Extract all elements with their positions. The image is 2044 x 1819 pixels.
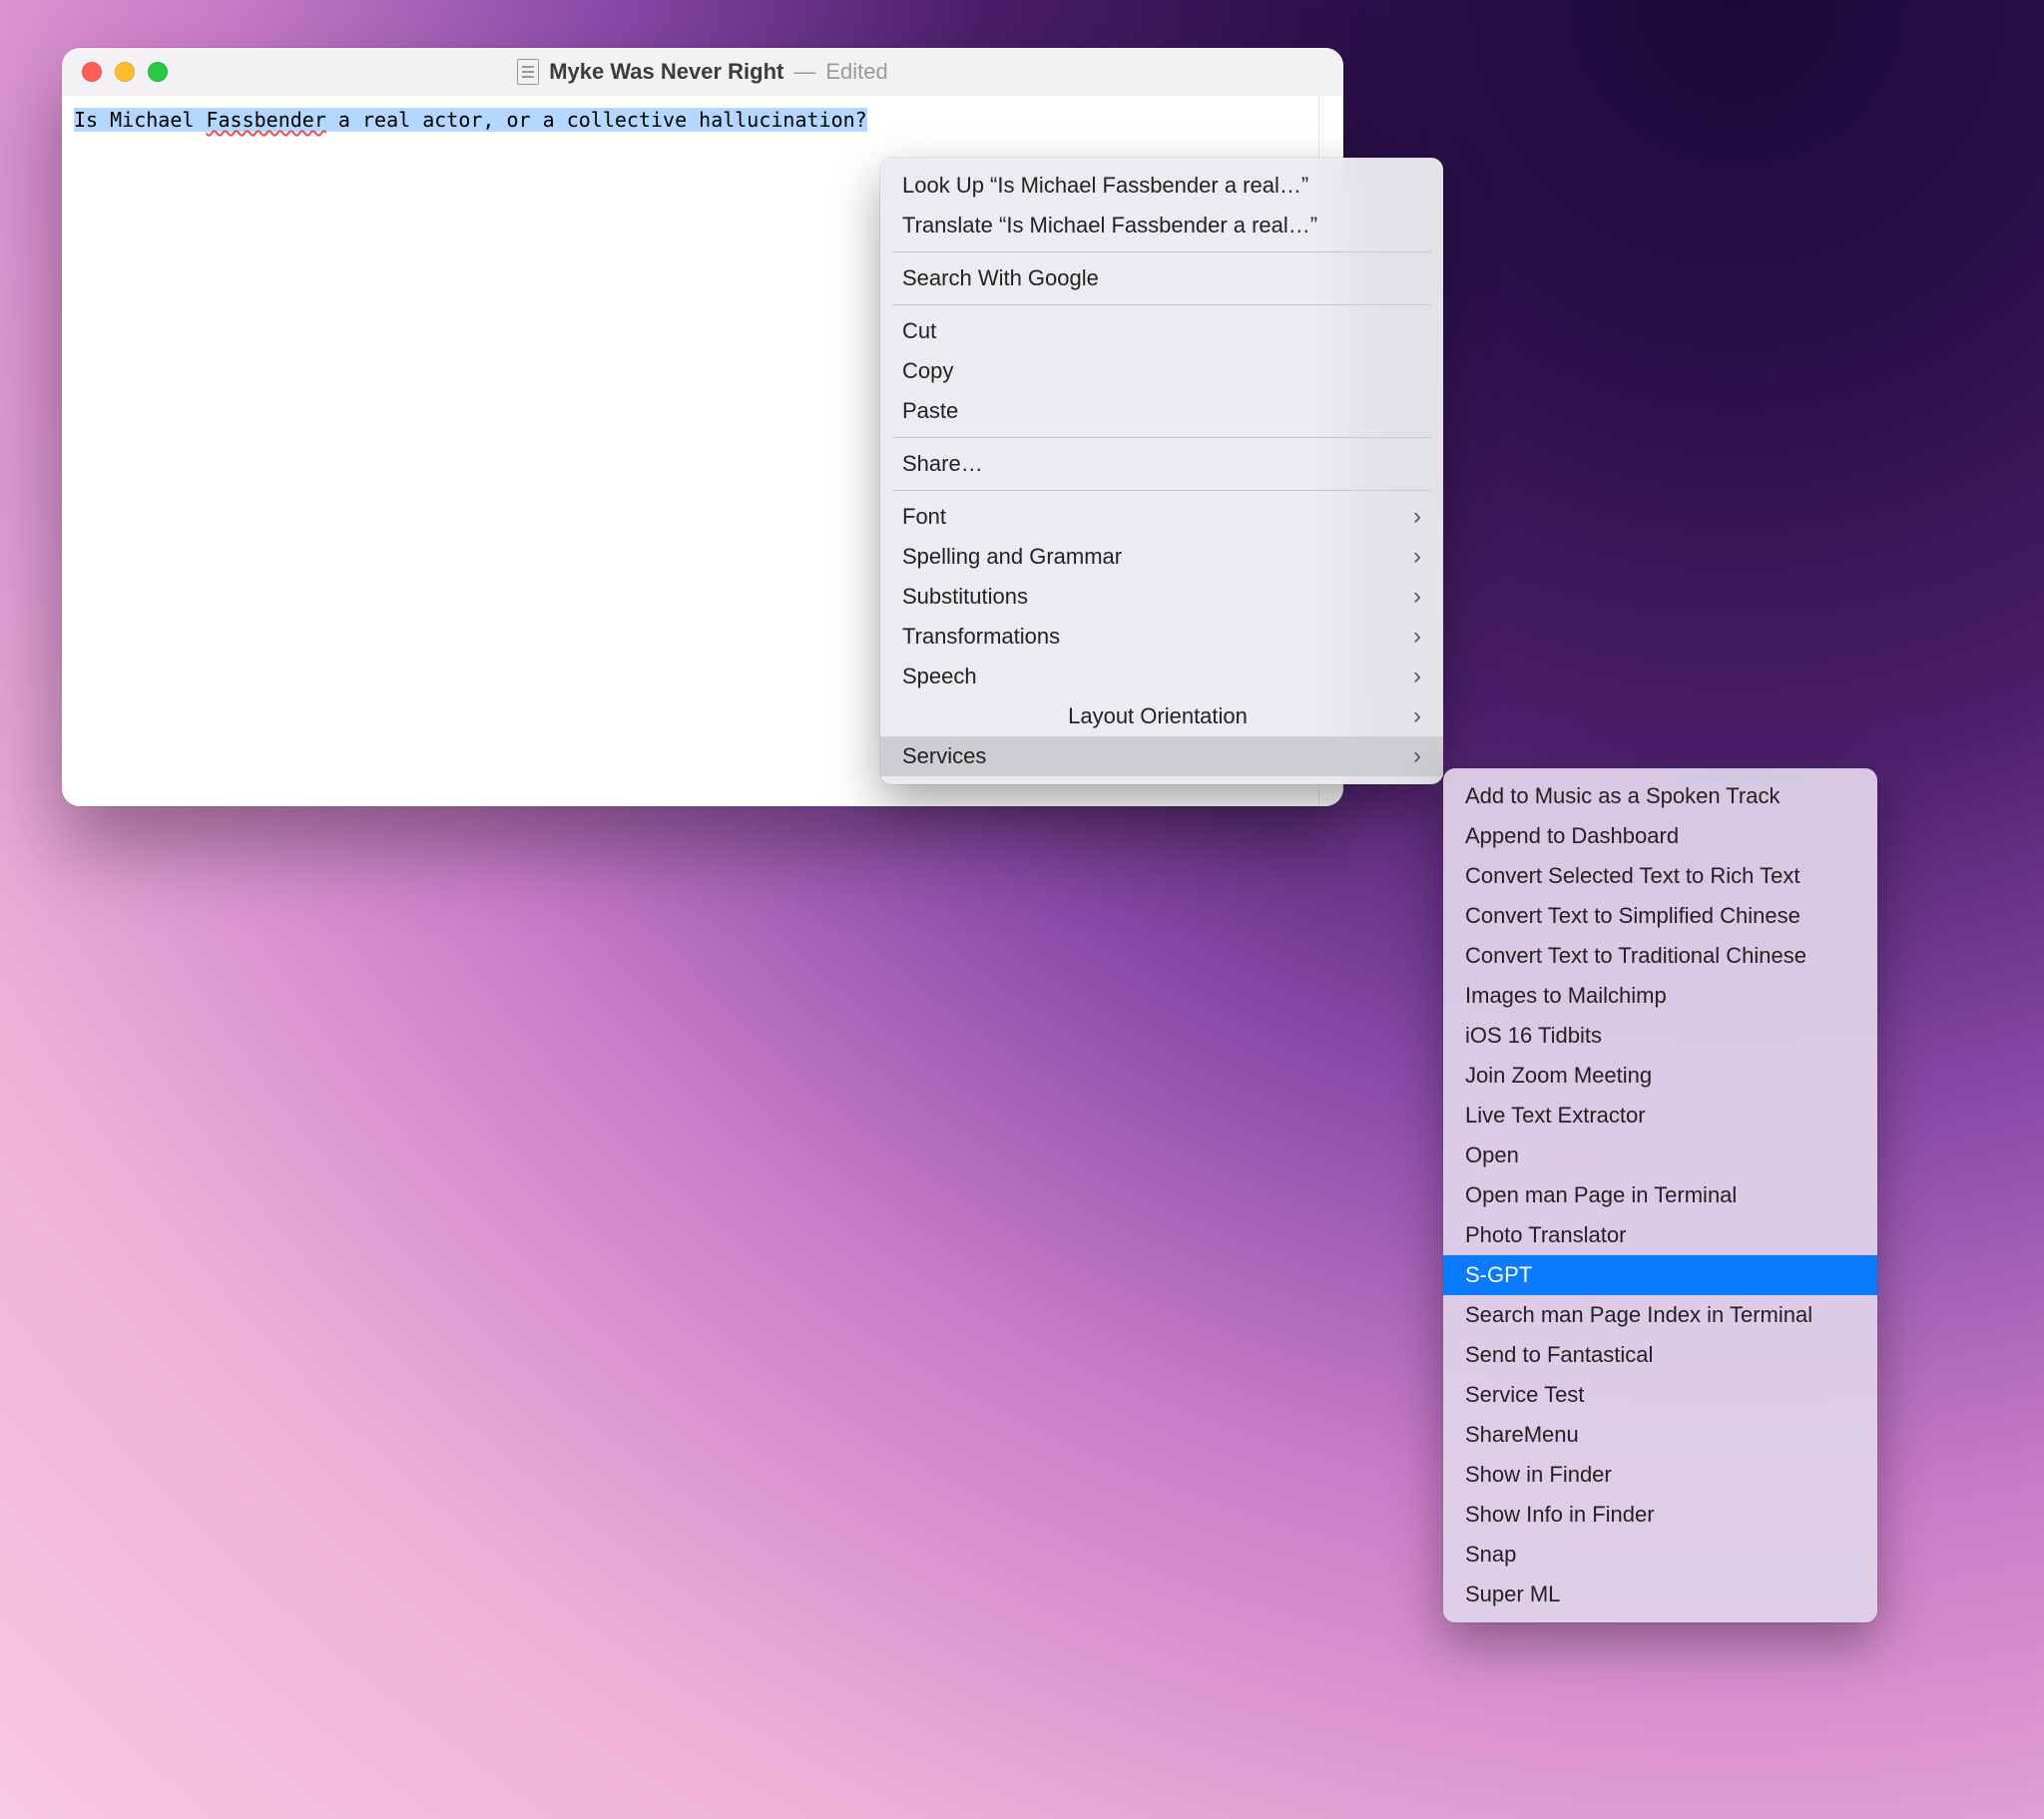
menu-cut[interactable]: Cut bbox=[880, 311, 1443, 351]
menu-spelling[interactable]: Spelling and Grammar › bbox=[880, 537, 1443, 577]
chevron-right-icon: › bbox=[1413, 742, 1421, 770]
menu-separator bbox=[892, 251, 1431, 252]
services-item[interactable]: Photo Translator bbox=[1443, 1215, 1877, 1255]
menu-speech[interactable]: Speech › bbox=[880, 657, 1443, 696]
menu-label: Open man Page in Terminal bbox=[1465, 1182, 1737, 1208]
menu-label: S-GPT bbox=[1465, 1262, 1532, 1288]
menu-label: ShareMenu bbox=[1465, 1422, 1579, 1448]
text-seg: Is Michael bbox=[74, 108, 206, 132]
menu-paste[interactable]: Paste bbox=[880, 391, 1443, 431]
menu-lookup[interactable]: Look Up “Is Michael Fassbender a real…” bbox=[880, 166, 1443, 206]
services-item[interactable]: Snap bbox=[1443, 1535, 1877, 1575]
text-seg: a real actor, or a collective hallucinat… bbox=[326, 108, 867, 132]
menu-label: Translate “Is Michael Fassbender a real…… bbox=[902, 213, 1317, 238]
menu-separator bbox=[892, 490, 1431, 491]
context-menu: Look Up “Is Michael Fassbender a real…” … bbox=[880, 158, 1443, 784]
menu-copy[interactable]: Copy bbox=[880, 351, 1443, 391]
services-item[interactable]: Join Zoom Meeting bbox=[1443, 1056, 1877, 1096]
menu-translate[interactable]: Translate “Is Michael Fassbender a real…… bbox=[880, 206, 1443, 245]
menu-layout[interactable]: Layout Orientation › bbox=[880, 696, 1443, 736]
title-group: Myke Was Never Right — Edited bbox=[62, 59, 1343, 85]
edited-label: Edited bbox=[825, 59, 887, 85]
menu-label: Spelling and Grammar bbox=[902, 544, 1122, 570]
chevron-right-icon: › bbox=[1413, 702, 1421, 730]
services-item[interactable]: iOS 16 Tidbits bbox=[1443, 1016, 1877, 1056]
menu-label: Convert Selected Text to Rich Text bbox=[1465, 863, 1799, 889]
services-item[interactable]: Service Test bbox=[1443, 1375, 1877, 1415]
services-item[interactable]: Show Info in Finder bbox=[1443, 1495, 1877, 1535]
menu-label: Join Zoom Meeting bbox=[1465, 1063, 1652, 1089]
close-icon[interactable] bbox=[82, 62, 102, 82]
menu-label: Copy bbox=[902, 358, 953, 384]
services-item[interactable]: ShareMenu bbox=[1443, 1415, 1877, 1455]
menu-label: Send to Fantastical bbox=[1465, 1342, 1653, 1368]
menu-label: Search With Google bbox=[902, 265, 1099, 291]
services-item[interactable]: Convert Text to Simplified Chinese bbox=[1443, 896, 1877, 936]
services-item[interactable]: S-GPT bbox=[1443, 1255, 1877, 1295]
menu-transformations[interactable]: Transformations › bbox=[880, 617, 1443, 657]
menu-label: Photo Translator bbox=[1465, 1222, 1626, 1248]
menu-label: Show Info in Finder bbox=[1465, 1502, 1655, 1528]
menu-search-google[interactable]: Search With Google bbox=[880, 258, 1443, 298]
selected-text: Is Michael Fassbender a real actor, or a… bbox=[74, 108, 867, 132]
services-item[interactable]: Open man Page in Terminal bbox=[1443, 1175, 1877, 1215]
menu-share[interactable]: Share… bbox=[880, 444, 1443, 484]
zoom-icon[interactable] bbox=[148, 62, 168, 82]
menu-label: Look Up “Is Michael Fassbender a real…” bbox=[902, 173, 1308, 199]
services-submenu: Add to Music as a Spoken Track Append to … bbox=[1443, 768, 1877, 1622]
menu-label: Super ML bbox=[1465, 1582, 1560, 1607]
menu-label: Substitutions bbox=[902, 584, 1028, 610]
services-item[interactable]: Add to Music as a Spoken Track bbox=[1443, 776, 1877, 816]
misspelled-word: Fassbender bbox=[206, 108, 325, 132]
services-item[interactable]: Convert Selected Text to Rich Text bbox=[1443, 856, 1877, 896]
menu-separator bbox=[892, 304, 1431, 305]
menu-label: Share… bbox=[902, 451, 983, 477]
menu-label: Convert Text to Traditional Chinese bbox=[1465, 943, 1806, 969]
menu-label: Append to Dashboard bbox=[1465, 823, 1679, 849]
menu-label: Transformations bbox=[902, 624, 1060, 650]
window-title: Myke Was Never Right bbox=[549, 59, 783, 85]
menu-substitutions[interactable]: Substitutions › bbox=[880, 577, 1443, 617]
chevron-right-icon: › bbox=[1413, 663, 1421, 690]
menu-label: Service Test bbox=[1465, 1382, 1584, 1408]
menu-font[interactable]: Font › bbox=[880, 497, 1443, 537]
services-item[interactable]: Images to Mailchimp bbox=[1443, 976, 1877, 1016]
menu-label: Font bbox=[902, 504, 946, 530]
chevron-right-icon: › bbox=[1413, 623, 1421, 651]
menu-services[interactable]: Services › bbox=[880, 736, 1443, 776]
services-item[interactable]: Super ML bbox=[1443, 1575, 1877, 1614]
services-item[interactable]: Send to Fantastical bbox=[1443, 1335, 1877, 1375]
services-item[interactable]: Convert Text to Traditional Chinese bbox=[1443, 936, 1877, 976]
menu-label: Convert Text to Simplified Chinese bbox=[1465, 903, 1800, 929]
menu-label: Cut bbox=[902, 318, 936, 344]
chevron-right-icon: › bbox=[1413, 543, 1421, 571]
document-icon bbox=[517, 59, 539, 85]
menu-label: Speech bbox=[902, 664, 977, 689]
title-dash: — bbox=[793, 59, 815, 85]
menu-label: Show in Finder bbox=[1465, 1462, 1612, 1488]
services-item[interactable]: Open bbox=[1443, 1136, 1877, 1175]
menu-label: Layout Orientation bbox=[1068, 703, 1248, 729]
document-text[interactable]: Is Michael Fassbender a real actor, or a… bbox=[74, 108, 867, 132]
services-item[interactable]: Append to Dashboard bbox=[1443, 816, 1877, 856]
menu-label: Open bbox=[1465, 1142, 1519, 1168]
menu-label: Images to Mailchimp bbox=[1465, 983, 1667, 1009]
menu-label: iOS 16 Tidbits bbox=[1465, 1023, 1602, 1049]
menu-label: Paste bbox=[902, 398, 958, 424]
services-item[interactable]: Show in Finder bbox=[1443, 1455, 1877, 1495]
menu-label: Add to Music as a Spoken Track bbox=[1465, 783, 1781, 809]
menu-label: Search man Page Index in Terminal bbox=[1465, 1302, 1812, 1328]
titlebar[interactable]: Myke Was Never Right — Edited bbox=[62, 48, 1343, 97]
traffic-lights bbox=[82, 62, 168, 82]
services-item[interactable]: Search man Page Index in Terminal bbox=[1443, 1295, 1877, 1335]
services-item[interactable]: Live Text Extractor bbox=[1443, 1096, 1877, 1136]
menu-label: Live Text Extractor bbox=[1465, 1103, 1646, 1129]
chevron-right-icon: › bbox=[1413, 503, 1421, 531]
menu-label: Services bbox=[902, 743, 986, 769]
chevron-right-icon: › bbox=[1413, 583, 1421, 611]
menu-label: Snap bbox=[1465, 1542, 1516, 1568]
menu-separator bbox=[892, 437, 1431, 438]
minimize-icon[interactable] bbox=[115, 62, 135, 82]
